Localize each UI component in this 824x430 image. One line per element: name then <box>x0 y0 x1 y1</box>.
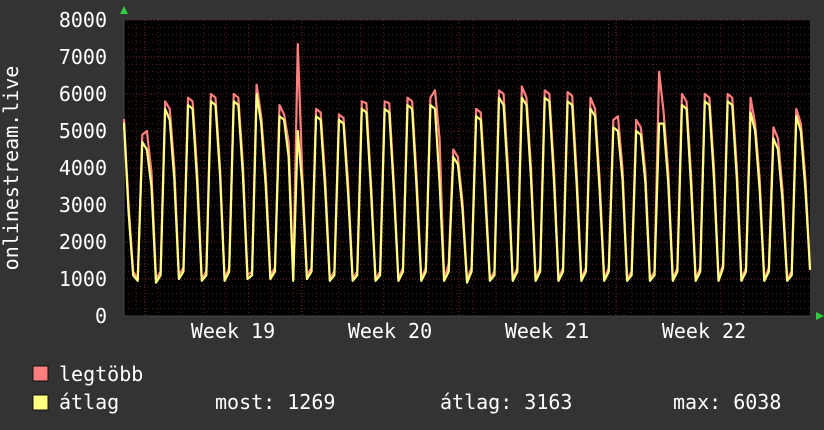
stat-max: max: 6038 <box>673 390 781 414</box>
y-tick-label: 6000 <box>59 82 107 106</box>
x-tick-label: Week 20 <box>348 319 432 343</box>
y-tick-label: 1000 <box>59 267 107 291</box>
y-axis-title: onlinestream.live <box>0 66 23 271</box>
traffic-line-chart: 0 1000 2000 3000 4000 5000 6000 7000 8000 Week 19… <box>0 0 824 430</box>
stat-average: átlag: 3163 <box>440 390 572 414</box>
y-tick-label: 2000 <box>59 230 107 254</box>
y-tick-label: 7000 <box>59 45 107 69</box>
y-tick-label: 3000 <box>59 193 107 217</box>
legend-label-average: átlag <box>59 390 119 414</box>
x-tick-label: Week 22 <box>662 319 746 343</box>
x-tick-label: Week 21 <box>505 319 589 343</box>
stat-now: most: 1269 <box>215 390 335 414</box>
legend-label-max: legtöbb <box>59 362 143 386</box>
y-tick-label: 5000 <box>59 119 107 143</box>
legend-swatch-max <box>32 365 49 382</box>
y-tick-label: 4000 <box>59 156 107 180</box>
x-tick-label: Week 19 <box>191 319 275 343</box>
legend-swatch-average <box>32 394 49 411</box>
y-tick-label: 8000 <box>59 8 107 32</box>
y-tick-label: 0 <box>95 304 107 328</box>
